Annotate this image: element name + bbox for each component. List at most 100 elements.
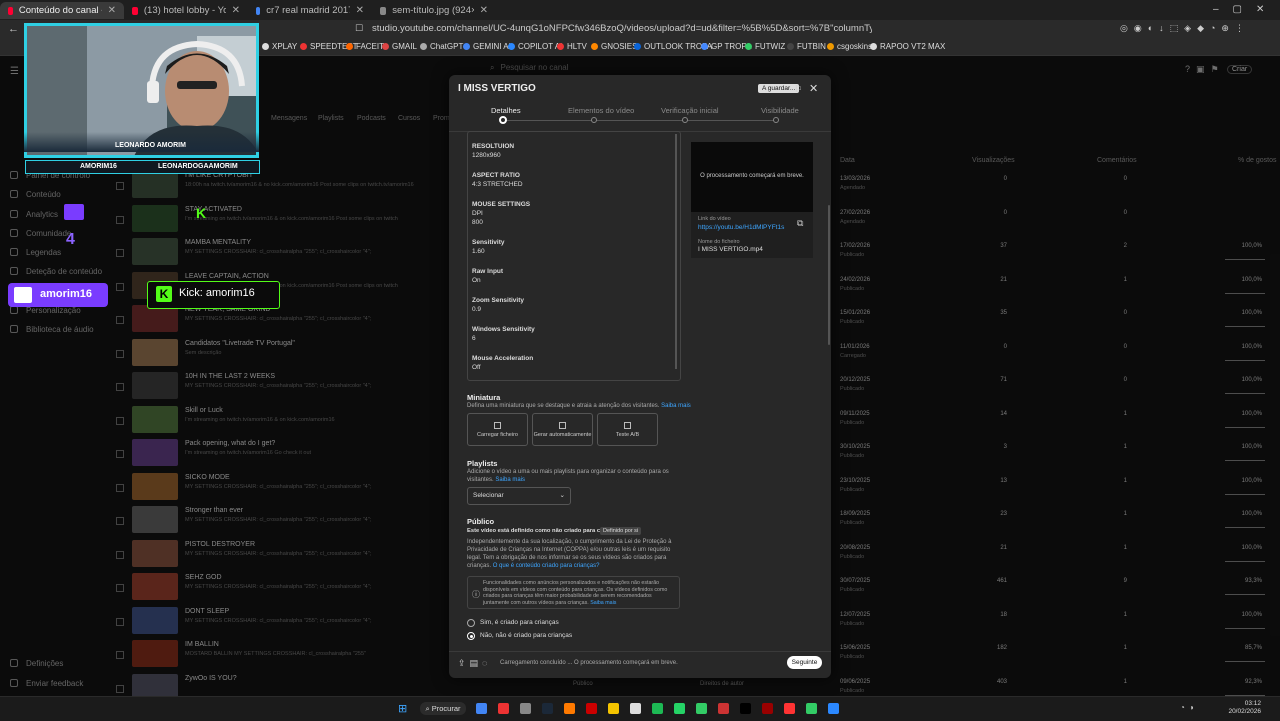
made-for-kids-link[interactable]: O que é conteúdo criado para crianças? (493, 563, 600, 569)
description-key: Sensitivity (472, 239, 505, 246)
taskbar-app-icon[interactable] (586, 703, 597, 714)
counter-number: 4 (66, 231, 75, 248)
description-value: 6 (472, 335, 476, 342)
audience-title: Público (467, 517, 495, 526)
browser-tab[interactable]: sem-título.jpg (924×596) ✕ (372, 2, 496, 19)
tray-icons[interactable]: ◔◑ (1180, 703, 1198, 712)
bookmark-item[interactable]: FUTBIN (787, 42, 826, 51)
bookmark-favicon-icon (870, 43, 877, 50)
description-line: Zoom Sensitivity 0.9 (472, 296, 524, 314)
bookmark-item[interactable]: GMAIL (382, 42, 417, 51)
description-scrollbar[interactable] (675, 134, 677, 369)
bookmark-item[interactable]: COPILOT AI (508, 42, 562, 51)
tab-close-icon[interactable]: ✕ (232, 5, 240, 16)
description-value: Off (472, 364, 481, 371)
bookmark-item[interactable]: RAPOO VT2 MAX (870, 42, 945, 51)
step-visibility[interactable]: Visibilidade (761, 106, 799, 115)
description-line: Raw Input On (472, 267, 503, 285)
browser-tab[interactable]: (13) hotel lobby - YouTube ✕ (124, 2, 248, 19)
feedback-icon[interactable]: ⚐ (794, 84, 802, 95)
chevron-down-icon: ⌄ (559, 492, 565, 499)
ab-test-icon (624, 422, 631, 429)
taskbar-app-icon[interactable] (608, 703, 619, 714)
taskbar-app-icon[interactable] (652, 703, 663, 714)
taskbar-app-icon[interactable] (806, 703, 817, 714)
step-elements[interactable]: Elementos do vídeo (568, 106, 634, 115)
browser-tab[interactable]: Conteúdo do canal - YouTube St ✕ (0, 2, 124, 19)
bookmark-item[interactable]: GNOSIES (591, 42, 637, 51)
description-field[interactable] (467, 131, 681, 381)
taskbar-app-icon[interactable] (762, 703, 773, 714)
taskbar-app-icon[interactable] (542, 703, 553, 714)
bookmark-favicon-icon (382, 43, 389, 50)
upload-status-icons[interactable]: ⇪▤◌ (458, 658, 491, 669)
taskbar-app-icon[interactable] (498, 703, 509, 714)
auto-generate-button[interactable]: Gerar automaticamente (532, 413, 593, 446)
tab-close-icon[interactable]: ✕ (356, 5, 364, 16)
taskbar-app-icon[interactable] (520, 703, 531, 714)
taskbar-app-icon[interactable] (718, 703, 729, 714)
bookmark-item[interactable]: GP TROPA (701, 42, 751, 51)
bookmark-label: ChatGPT (430, 42, 464, 51)
upload-thumbnail-button[interactable]: Carregar ficheiro (467, 413, 528, 446)
start-icon[interactable]: ⊞ (398, 702, 407, 715)
next-button[interactable]: Seguinte (787, 656, 822, 669)
info-icon: ⓘ (472, 590, 480, 599)
tab-close-icon[interactable]: ✕ (480, 5, 488, 16)
upload-image-icon (494, 422, 501, 429)
dialog-title: I MISS VERTIGO (458, 83, 536, 94)
description-value: DPI 800 (472, 210, 483, 226)
back-icon[interactable]: ← (8, 23, 19, 35)
taskbar-app-icon[interactable] (476, 703, 487, 714)
bookmark-item[interactable]: FUTWIZ (745, 42, 785, 51)
step-dot-details (499, 116, 507, 124)
kids-info-learn-more[interactable]: Saiba mais (590, 600, 616, 606)
audience-subtitle: Este vídeo está definido como não criado… (467, 528, 621, 534)
copy-icon[interactable]: ⧉ (797, 218, 803, 229)
tab-close-icon[interactable]: ✕ (108, 5, 116, 16)
taskbar-app-icon[interactable] (674, 703, 685, 714)
url-field[interactable]: studio.youtube.com/channel/UC-4unqG1oNFP… (372, 23, 872, 37)
bookmark-label: GNOSIES (601, 42, 638, 51)
bookmark-item[interactable]: XPLAY (262, 42, 297, 51)
close-icon[interactable]: ✕ (809, 82, 818, 95)
playlists-learn-more[interactable]: Saiba mais (495, 477, 525, 483)
description-line: RESOLTUION 1280x960 (472, 142, 514, 160)
ab-test-button[interactable]: Teste A/B (597, 413, 658, 446)
step-details[interactable]: Detalhes (491, 106, 521, 115)
webcam-name-left: AMORIM16 (80, 163, 117, 170)
description-key: Raw Input (472, 268, 504, 275)
playlist-select[interactable]: Selecionar ⌄ (467, 487, 571, 505)
bookmark-icon[interactable]: ☐ (355, 23, 363, 34)
set-by-you-badge: Definido por si (600, 527, 642, 535)
kick-icon: K (156, 286, 172, 302)
clock: 03:12 20/02/2026 (1228, 700, 1261, 715)
taskbar-app-icon[interactable] (564, 703, 575, 714)
taskbar-app-icon[interactable] (630, 703, 641, 714)
dialog-scrollbar[interactable] (828, 205, 830, 345)
bookmark-favicon-icon (346, 43, 353, 50)
extension-icons[interactable]: ◎◉◐↓⬚◈◆◔⊕⋮ (1120, 23, 1250, 34)
taskbar-app-icon[interactable] (740, 703, 751, 714)
bookmark-favicon-icon (827, 43, 834, 50)
taskbar-app-icon[interactable] (784, 703, 795, 714)
taskbar-app-icon[interactable] (696, 703, 707, 714)
radio-not-made-for-kids-label[interactable]: Não, não é criado para crianças (480, 632, 572, 639)
window-controls[interactable]: –▢✕ (1213, 4, 1278, 15)
browser-tab[interactable]: cr7 real madrid 2017 - Pesquisa Goo ✕ (248, 2, 372, 19)
step-checks[interactable]: Verificação inicial (661, 106, 719, 115)
radio-made-for-kids[interactable] (467, 619, 475, 627)
taskbar-app-icon[interactable] (828, 703, 839, 714)
description-value: 1.60 (472, 248, 485, 255)
bookmark-item[interactable]: GEMINI AI (463, 42, 511, 51)
video-link[interactable]: https://youtu.be/H1dMlPYFt1s (698, 224, 784, 231)
bookmark-item[interactable]: ChatGPT (420, 42, 463, 51)
bookmark-item[interactable]: csgoskins (827, 42, 872, 51)
taskbar-search[interactable]: ⌕ Procurar (420, 702, 466, 715)
bookmark-item[interactable]: FACEIT (346, 42, 384, 51)
radio-made-for-kids-label[interactable]: Sim, é criado para crianças (480, 619, 559, 626)
bookmark-item[interactable]: HLTV (557, 42, 587, 51)
thumbnail-learn-more[interactable]: Saiba mais (661, 403, 691, 409)
radio-not-made-for-kids[interactable] (467, 632, 475, 640)
bookmark-label: FACEIT (356, 42, 385, 51)
